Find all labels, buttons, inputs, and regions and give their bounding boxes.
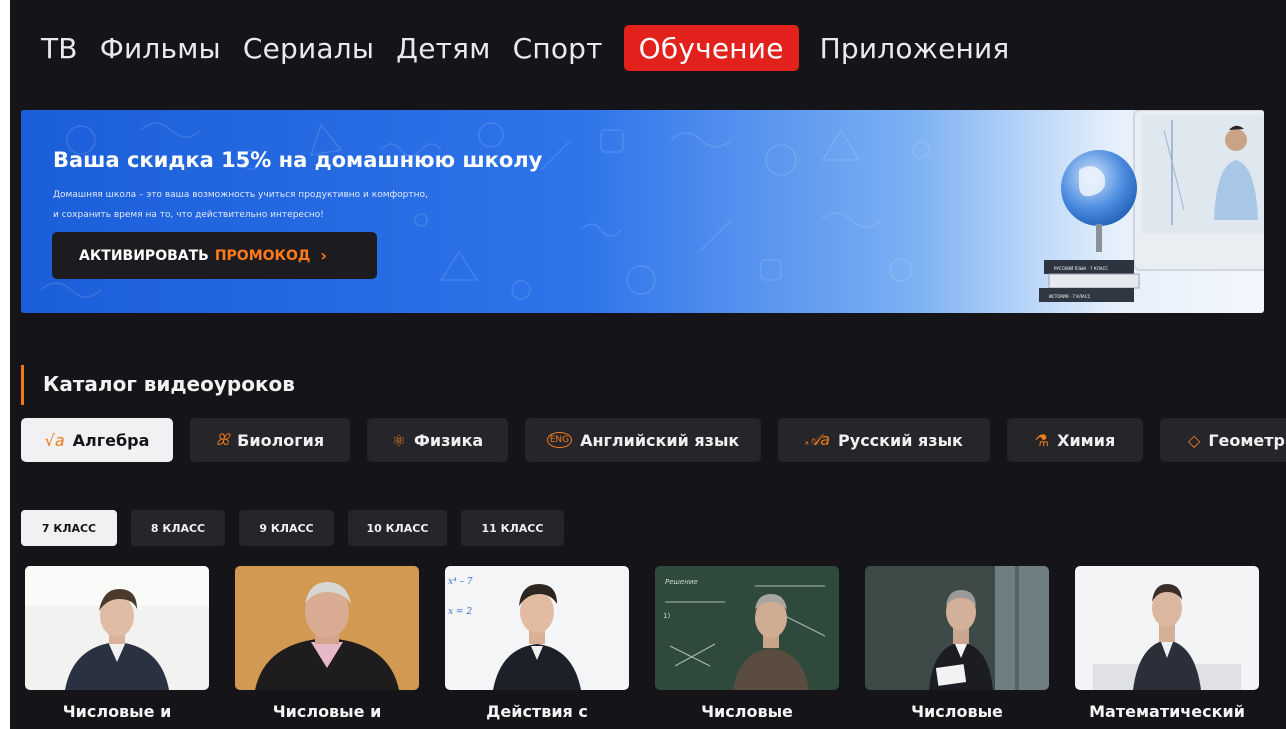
catalog-accent-bar bbox=[21, 365, 24, 405]
board-formula-2: x = 2 bbox=[448, 607, 472, 617]
subject-algebra[interactable]: √a Алгебра bbox=[21, 418, 173, 462]
chevron-right-icon: › bbox=[320, 246, 327, 265]
book-label-1: РУССКИЙ ЯЗЫК · 7 КЛАСС bbox=[1054, 266, 1108, 271]
video-card[interactable]: x⁴ – 7 x = 2 Действия с bbox=[445, 566, 629, 721]
nav-apps[interactable]: Приложения bbox=[809, 25, 1021, 71]
letters-icon: 𝒜a bbox=[805, 430, 831, 449]
eng-bubble-icon: ENG bbox=[546, 432, 573, 448]
video-thumbnail bbox=[865, 566, 1049, 690]
grade-11[interactable]: 11 КЛАСС bbox=[461, 510, 564, 546]
nav-sport[interactable]: Спорт bbox=[502, 25, 614, 71]
promo-button-accent: ПРОМОКОД bbox=[214, 247, 311, 264]
board-formula-1: x⁴ – 7 bbox=[448, 577, 473, 587]
subject-label: Геометрия bbox=[1208, 430, 1286, 450]
flask-icon: ⚗ bbox=[1034, 430, 1050, 450]
video-card[interactable]: Числовые bbox=[865, 566, 1049, 721]
atom-icon: ⚛ bbox=[391, 430, 406, 450]
banner-subtitle-line-1: Домашняя школа – это ваша возможность уч… bbox=[53, 190, 428, 200]
video-card[interactable]: Числовые и bbox=[25, 566, 209, 721]
video-title: Числовые bbox=[911, 702, 1003, 721]
subject-russian[interactable]: 𝒜a Русский язык bbox=[778, 418, 990, 462]
subject-physics[interactable]: ⚛ Физика bbox=[367, 418, 508, 462]
promo-banner[interactable]: Ваша скидка 15% на домашнюю школу Домашн… bbox=[21, 110, 1264, 313]
polygon-icon: ◇ bbox=[1188, 430, 1201, 450]
video-card[interactable]: Математический bbox=[1075, 566, 1259, 721]
video-title: Математический bbox=[1089, 702, 1245, 721]
catalog-title: Каталог видеоуроков bbox=[43, 372, 295, 396]
video-thumbnail: x⁴ – 7 x = 2 bbox=[445, 566, 629, 690]
promo-button-label: АКТИВИРОВАТЬ bbox=[79, 247, 209, 264]
grade-7[interactable]: 7 КЛАСС bbox=[21, 510, 117, 546]
subject-label: Химия bbox=[1057, 430, 1116, 450]
nav-kids[interactable]: Детям bbox=[385, 25, 501, 71]
video-thumbnail bbox=[25, 566, 209, 690]
grade-8[interactable]: 8 КЛАСС bbox=[131, 510, 225, 546]
tv-screen: ТВ Фильмы Сериалы Детям Спорт Обучение П… bbox=[10, 0, 1286, 729]
video-title: Действия с bbox=[486, 702, 588, 721]
book-label-2: ИСТОРИЯ · 7 КЛАСС bbox=[1049, 294, 1091, 299]
banner-title: Ваша скидка 15% на домашнюю школу bbox=[53, 148, 543, 172]
grade-9[interactable]: 9 КЛАСС bbox=[239, 510, 334, 546]
subject-label: Биология bbox=[237, 430, 325, 450]
nav-tv[interactable]: ТВ bbox=[30, 25, 89, 71]
dna-icon: ꕤ bbox=[215, 430, 230, 449]
banner-subtitle-line-2: и сохранить время на то, что действитель… bbox=[53, 210, 324, 220]
subject-label: Физика bbox=[413, 430, 484, 450]
top-nav: ТВ Фильмы Сериалы Детям Спорт Обучение П… bbox=[10, 23, 1020, 73]
subject-label: Алгебра bbox=[72, 430, 150, 450]
video-thumbnail bbox=[1075, 566, 1259, 690]
subject-label: Английский язык bbox=[580, 430, 740, 450]
grade-tabs: 7 КЛАСС 8 КЛАСС 9 КЛАСС 10 КЛАСС 11 КЛАС… bbox=[21, 510, 578, 546]
banner-subtitle: Домашняя школа – это ваша возможность уч… bbox=[53, 185, 573, 225]
sqrt-icon: √a bbox=[44, 430, 65, 450]
subject-label: Русский язык bbox=[838, 430, 963, 450]
video-card[interactable]: Числовые и bbox=[235, 566, 419, 721]
subject-geometry[interactable]: ◇ Геометрия bbox=[1160, 418, 1286, 462]
banner-illustration: РУССКИЙ ЯЗЫК · 7 КЛАСС ИСТОРИЯ · 7 КЛАСС bbox=[1039, 110, 1264, 302]
video-title: Числовые и bbox=[62, 702, 172, 721]
grade-10[interactable]: 10 КЛАСС bbox=[348, 510, 447, 546]
subject-biology[interactable]: ꕤ Биология bbox=[190, 418, 350, 462]
video-lessons-row: Числовые и Числовые и x⁴ – 7 x = 2 Дейст… bbox=[25, 566, 1285, 721]
activate-promocode-button[interactable]: АКТИВИРОВАТЬ ПРОМОКОД › bbox=[52, 232, 377, 279]
subject-english[interactable]: ENG Английский язык bbox=[525, 418, 761, 462]
video-thumbnail: Решение 1) bbox=[655, 566, 839, 690]
video-thumbnail bbox=[235, 566, 419, 690]
nav-series[interactable]: Сериалы bbox=[232, 25, 385, 71]
video-card[interactable]: Решение 1) Числовые bbox=[655, 566, 839, 721]
board-text-2: 1) bbox=[663, 612, 670, 620]
video-title: Числовые bbox=[701, 702, 793, 721]
nav-movies[interactable]: Фильмы bbox=[89, 25, 232, 71]
nav-education[interactable]: Обучение bbox=[623, 25, 799, 71]
board-text-1: Решение bbox=[665, 578, 698, 586]
subject-chemistry[interactable]: ⚗ Химия bbox=[1007, 418, 1143, 462]
video-title: Числовые и bbox=[272, 702, 382, 721]
subject-tabs: √a Алгебра ꕤ Биология ⚛ Физика ENG Англи… bbox=[21, 418, 1286, 462]
